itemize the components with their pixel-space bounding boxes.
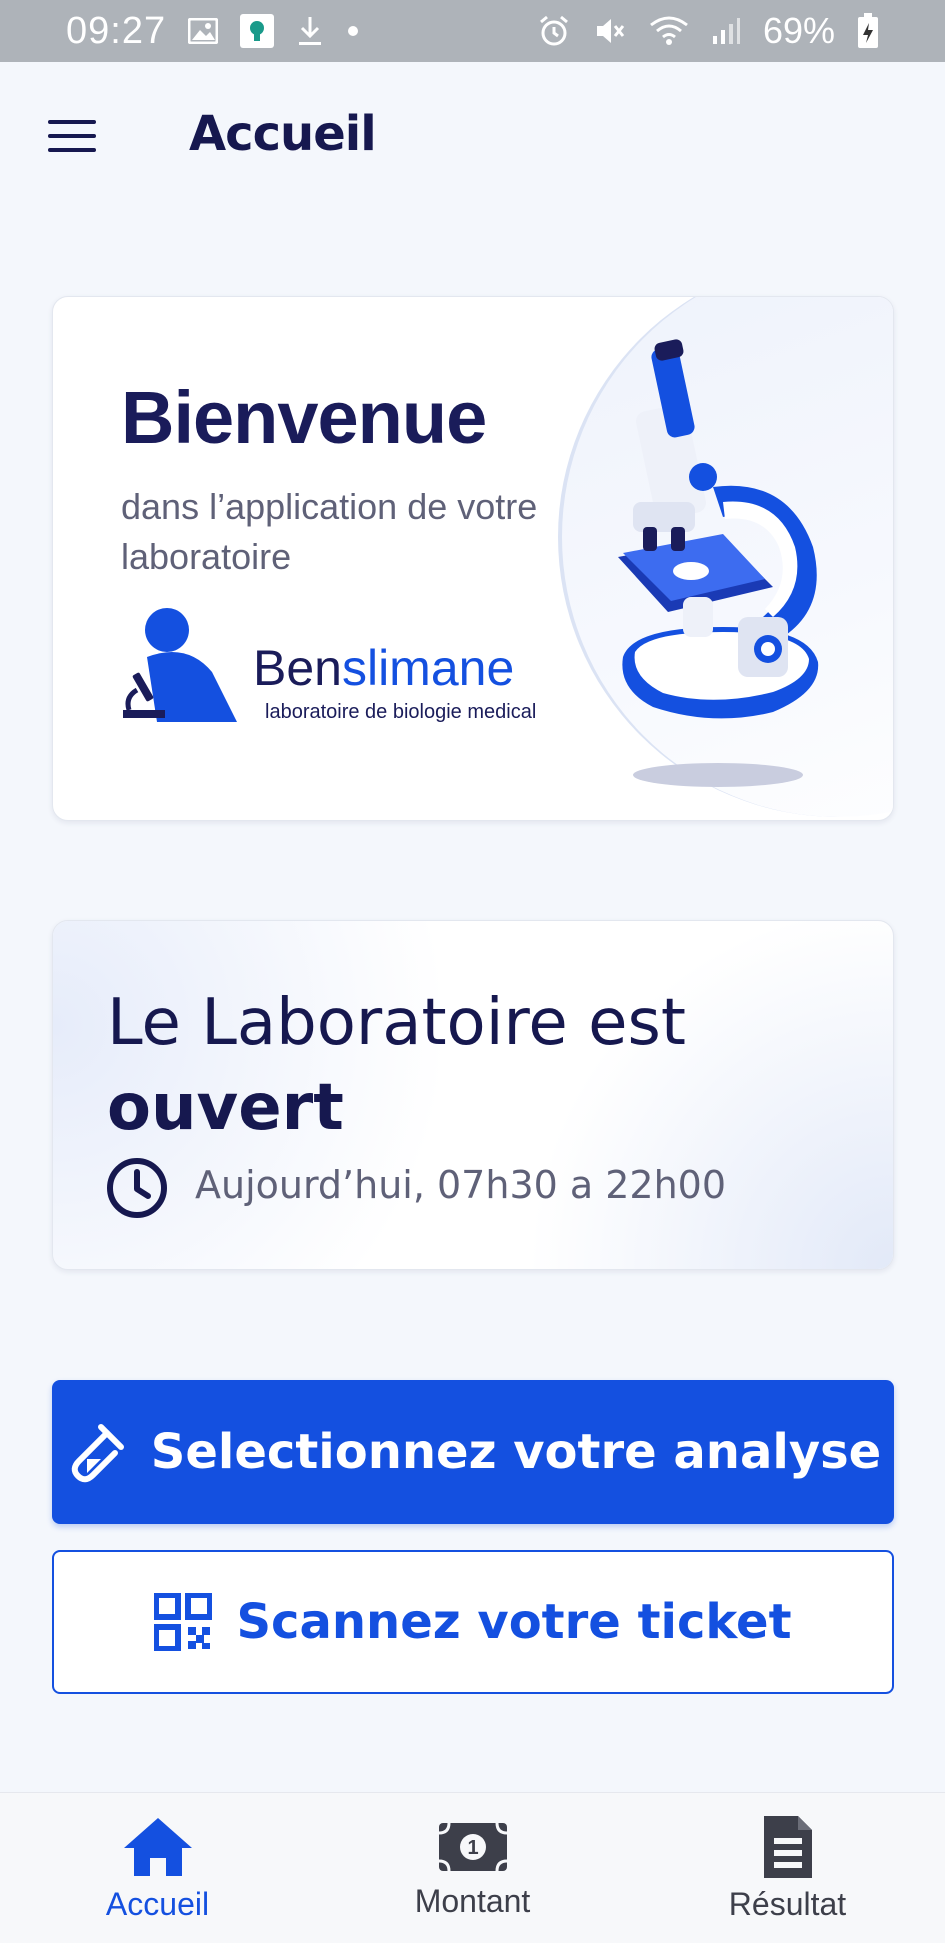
money-icon: 1 [438,1822,507,1871]
brand-name-part2: slimane [341,640,515,696]
app-icon [240,14,275,48]
mute-icon [593,14,627,48]
select-analysis-button[interactable]: Selectionnez votre analyse [52,1380,894,1524]
welcome-subtitle: dans l’application de votre laboratoire [121,486,538,577]
status-bar-left: 09:27 [66,10,360,53]
bottom-navigation: Accueil 1 Montant Résultat [0,1792,945,1943]
status-bar: 09:27 69% [0,0,945,62]
alarm-icon [537,14,571,48]
welcome-title: Bienvenue [121,376,487,459]
scan-ticket-button[interactable]: Scannez votre ticket [52,1550,894,1694]
menu-line [48,134,96,138]
welcome-card: Bienvenue dans l’application de votre la… [52,296,894,821]
home-icon [123,1817,192,1876]
nav-label-montant: Montant [414,1882,531,1919]
opening-hours-text: Aujourd’hui, 07h30 a 22h00 [195,1163,727,1207]
app-header: Accueil [0,62,945,212]
signal-icon [711,16,741,46]
menu-line [48,120,96,124]
open-status-line2: ouvert [107,1071,344,1145]
battery-percent: 69% [762,10,835,51]
nav-item-montant[interactable]: 1 Montant [343,1793,603,1943]
dot-icon [346,24,360,38]
scan-ticket-label: Scannez votre ticket [236,1594,792,1650]
svg-text:1: 1 [467,1837,478,1859]
page-title: Accueil [189,106,377,162]
battery-icon [857,13,879,49]
microscope-icon [618,339,819,787]
qr-code-icon [154,1593,213,1651]
brand-name: Benslimane [253,639,514,697]
wifi-icon [649,15,689,47]
nav-item-accueil[interactable]: Accueil [28,1793,288,1943]
brand-name-part1: Ben [253,640,342,696]
download-icon [296,15,324,47]
image-icon [188,18,219,44]
nav-label-resultat: Résultat [728,1885,847,1922]
test-tube-icon [71,1424,124,1483]
document-icon [763,1815,812,1878]
clock-icon [107,1158,167,1218]
open-status-line1: Le Laboratoire est [107,986,686,1060]
select-analysis-label: Selectionnez votre analyse [150,1424,882,1480]
status-time: 09:27 [66,9,167,52]
brand-tagline: laboratoire de biologie medical [265,701,537,723]
menu-line [48,148,96,152]
opening-hours-card: Le Laboratoire est ouvert Aujourd’hui, 0… [52,920,894,1270]
hamburger-menu-icon[interactable] [46,114,98,158]
nav-label-accueil: Accueil [105,1885,210,1922]
nav-item-resultat[interactable]: Résultat [658,1793,918,1943]
status-bar-right: 69% [537,10,879,52]
